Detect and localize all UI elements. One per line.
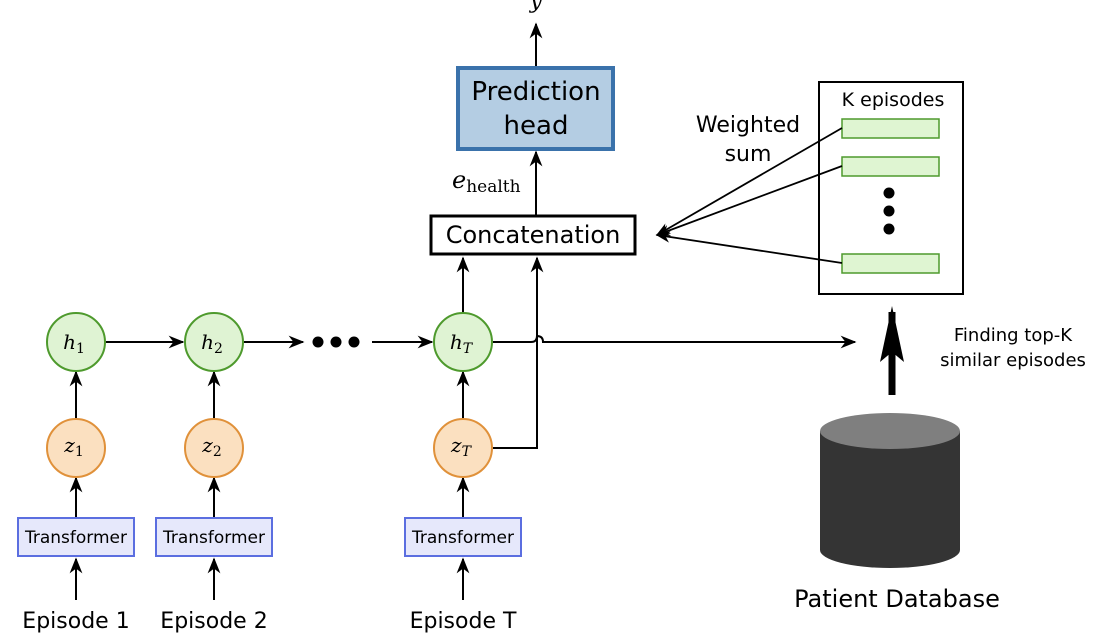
finding-label-line2: similar episodes <box>940 350 1086 371</box>
episode-label: Episode 2 <box>160 609 267 634</box>
prediction-head-line1: Prediction <box>471 77 600 107</box>
output-label: y <box>529 0 543 14</box>
horizontal-dot-1 <box>312 336 324 348</box>
vertical-dot-3 <box>883 223 895 235</box>
episode-label: Episode 1 <box>22 609 129 634</box>
transformer-label: Transformer <box>24 528 127 548</box>
database-label: Patient Database <box>794 585 1000 613</box>
episode-embedding-1 <box>841 118 940 139</box>
prediction-head: Prediction head <box>456 66 615 151</box>
horizontal-dot-3 <box>348 336 360 348</box>
vertical-dot-1 <box>883 187 895 199</box>
episode-column-T: hTzTTransformerEpisode T <box>404 312 522 634</box>
k-episodes-label: K episodes <box>842 89 945 111</box>
database-icon <box>820 413 960 568</box>
episode-embedding-2 <box>841 156 940 177</box>
prediction-head-line2: head <box>504 111 569 141</box>
weighted-sum-line2: sum <box>725 142 772 167</box>
arrow-hT-to-retrieval <box>493 334 857 349</box>
finding-label-line1: Finding top-K <box>954 325 1073 346</box>
horizontal-dot-2 <box>330 336 342 348</box>
arrow-zT-to-concat <box>493 256 544 449</box>
concatenation-box: Concatenation <box>429 214 637 256</box>
architecture-diagram: y Prediction head ehealth Concatenation … <box>17 0 1086 634</box>
episode-label: Episode T <box>410 609 517 634</box>
transformer-label: Transformer <box>162 528 265 548</box>
weight-arrow-2 <box>655 165 843 236</box>
episode-column-2: h2z2TransformerEpisode 2 <box>155 312 273 634</box>
vertical-dot-2 <box>883 205 895 217</box>
embedding-label: ehealth <box>452 166 521 197</box>
episode-column-1: h1z1TransformerEpisode 1 <box>17 312 135 634</box>
transformer-label: Transformer <box>411 528 514 548</box>
weighted-sum-line1: Weighted <box>696 113 800 138</box>
episode-embedding-k <box>841 253 940 274</box>
weight-arrow-k <box>655 231 843 264</box>
concatenation-label: Concatenation <box>446 221 621 249</box>
